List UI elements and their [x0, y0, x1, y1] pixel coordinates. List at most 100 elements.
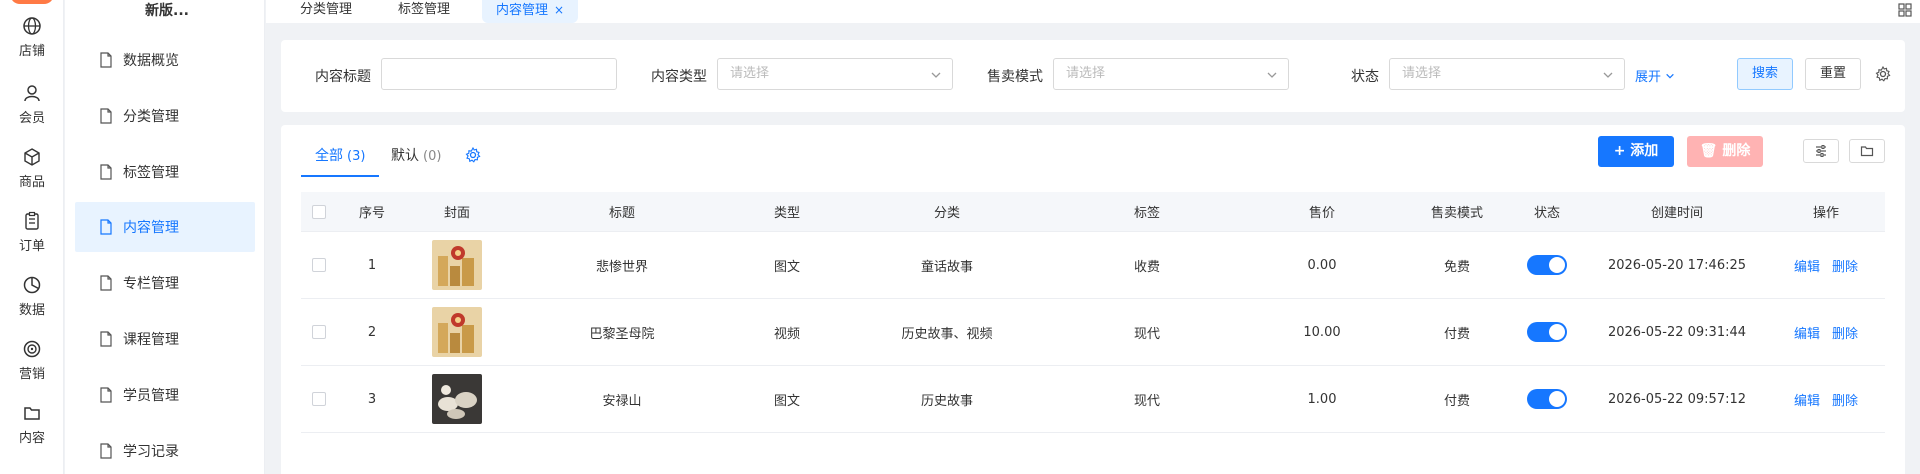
row-checkbox[interactable]	[312, 258, 326, 272]
row-mode: 免费	[1443, 259, 1470, 275]
column-settings-button[interactable]	[1803, 139, 1839, 163]
sidebar-item-records[interactable]: 学习记录	[75, 426, 255, 474]
sidebar-item-label: 分类管理	[123, 109, 179, 125]
row-index: 3	[367, 391, 377, 407]
status-cell	[1507, 232, 1587, 298]
add-button[interactable]: + 添加	[1598, 136, 1674, 167]
row-checkbox[interactable]	[312, 392, 326, 406]
delete-link[interactable]: 删除	[1832, 390, 1858, 409]
rail-item-goods[interactable]: 商品	[0, 147, 64, 207]
sidebar-item-content[interactable]: 内容管理	[75, 202, 255, 252]
row-index: 1	[367, 257, 377, 273]
mode-select[interactable]: 请选择	[1053, 58, 1289, 90]
sidebar-item-category[interactable]: 分类管理	[75, 91, 255, 141]
grid-icon[interactable]	[1898, 3, 1912, 17]
reset-button[interactable]: 重置	[1805, 58, 1861, 90]
sidebar-item-label: 数据概览	[123, 53, 179, 69]
tab-label: 默认	[391, 148, 419, 164]
row-checkbox[interactable]	[312, 325, 326, 339]
document-icon	[100, 108, 112, 124]
tab-count: (0)	[423, 149, 442, 164]
rail-item-order[interactable]: 订单	[0, 211, 64, 271]
table-row[interactable]: 2 巴黎圣母院 视频 历史故事、视频 现代 10.00 付费 2026-05-2…	[301, 299, 1885, 366]
mode-select-placeholder: 请选择	[1066, 66, 1106, 81]
row-select-cell	[301, 232, 337, 298]
status-toggle[interactable]	[1527, 322, 1567, 342]
type-select-placeholder: 请选择	[730, 66, 770, 81]
row-type: 视频	[773, 326, 800, 342]
table-row[interactable]: 1 悲惨世界 图文 童话故事 收费 0.00 免费 2026-05-20 17:…	[301, 232, 1885, 299]
sidebar-item-label: 专栏管理	[123, 276, 179, 292]
target-icon	[23, 340, 41, 358]
rail-label: 店铺	[18, 44, 45, 59]
rail-item-marketing[interactable]: 营销	[0, 339, 64, 399]
tab-content[interactable]: 内容管理 ×	[482, 0, 579, 23]
type-select[interactable]: 请选择	[717, 58, 953, 90]
column-header: 标签	[1133, 206, 1160, 221]
sidebar-item-overview[interactable]: 数据概览	[75, 35, 255, 85]
row-category: 历史故事、视频	[901, 326, 993, 342]
column-header: 类型	[773, 206, 800, 221]
sidebar-item-course[interactable]: 课程管理	[75, 314, 255, 364]
table-row[interactable]: 3 安禄山 图文 历史故事 现代 1.00 付费 2026-05-22 09:5…	[301, 366, 1885, 433]
sidebar-item-column[interactable]: 专栏管理	[75, 258, 255, 308]
title-input[interactable]	[381, 58, 617, 90]
folder-button[interactable]	[1849, 139, 1885, 163]
cube-icon	[24, 148, 40, 166]
row-tag: 现代	[1133, 393, 1160, 409]
content-panel: 全部 (3) 默认 (0) + 添加 🗑 删除 序号 封面 标题 类型 分类 标签 …	[281, 125, 1905, 474]
rail-item-member[interactable]: 会员	[0, 83, 64, 143]
select-all-checkbox[interactable]	[312, 204, 326, 219]
column-header: 售卖模式	[1430, 206, 1483, 221]
cover-image[interactable]	[432, 240, 482, 290]
close-icon[interactable]: ×	[554, 3, 564, 17]
row-title: 安禄山	[602, 393, 642, 409]
rail-label: 订单	[18, 239, 45, 254]
chevron-down-icon	[1267, 72, 1277, 78]
tab-default[interactable]: 默认 (0)	[391, 145, 441, 177]
row-title: 巴黎圣母院	[589, 326, 655, 342]
delete-link[interactable]: 删除	[1832, 323, 1858, 342]
folder-icon	[1860, 146, 1874, 157]
row-category: 历史故事	[920, 393, 973, 409]
search-button[interactable]: 搜索	[1737, 58, 1793, 90]
tab-category[interactable]: 分类管理	[286, 0, 366, 23]
column-header: 序号	[358, 206, 385, 221]
sidebar-item-students[interactable]: 学员管理	[75, 370, 255, 420]
document-icon	[100, 387, 112, 403]
rail-item-content[interactable]: 内容	[0, 403, 64, 463]
gear-icon[interactable]	[465, 147, 481, 163]
rail-label: 营销	[18, 367, 45, 382]
tab-tags[interactable]: 标签管理	[384, 0, 464, 23]
sidebar-item-label: 内容管理	[123, 220, 179, 236]
edit-link[interactable]: 编辑	[1794, 323, 1820, 342]
row-created: 2026-05-22 09:57:12	[1607, 391, 1747, 407]
cover-image[interactable]	[432, 307, 482, 357]
globe-icon	[23, 17, 41, 35]
rail-label: 商品	[18, 175, 45, 190]
gear-icon[interactable]	[1875, 66, 1891, 82]
row-select-cell	[301, 366, 337, 432]
primary-rail: 店铺 会员 商品 订单 数据 营销 内容	[0, 0, 64, 474]
edit-link[interactable]: 编辑	[1794, 256, 1820, 275]
row-price: 10.00	[1303, 324, 1341, 340]
expand-filters-button[interactable]: 展开	[1635, 66, 1675, 85]
actions-cell: 编辑 删除	[1767, 299, 1885, 365]
delete-link[interactable]: 删除	[1832, 256, 1858, 275]
delete-button[interactable]: 🗑 删除	[1687, 136, 1763, 167]
status-toggle[interactable]	[1527, 389, 1567, 409]
tab-all[interactable]: 全部 (3)	[301, 145, 380, 177]
status-select[interactable]: 请选择	[1389, 58, 1625, 90]
document-icon	[100, 443, 112, 459]
status-filter-label: 状态	[1351, 69, 1379, 85]
row-category: 童话故事	[920, 259, 973, 275]
status-toggle[interactable]	[1527, 255, 1567, 275]
secondary-sidebar: 新版... 数据概览 分类管理 标签管理 内容管理 专栏管理 课程管理 学员管理	[65, 0, 265, 474]
cover-image[interactable]	[432, 374, 482, 424]
rail-item-data[interactable]: 数据	[0, 275, 64, 335]
brand-logo	[10, 0, 54, 4]
row-price: 0.00	[1307, 257, 1337, 273]
rail-item-store[interactable]: 店铺	[0, 16, 64, 76]
sidebar-item-tags[interactable]: 标签管理	[75, 147, 255, 197]
edit-link[interactable]: 编辑	[1794, 390, 1820, 409]
